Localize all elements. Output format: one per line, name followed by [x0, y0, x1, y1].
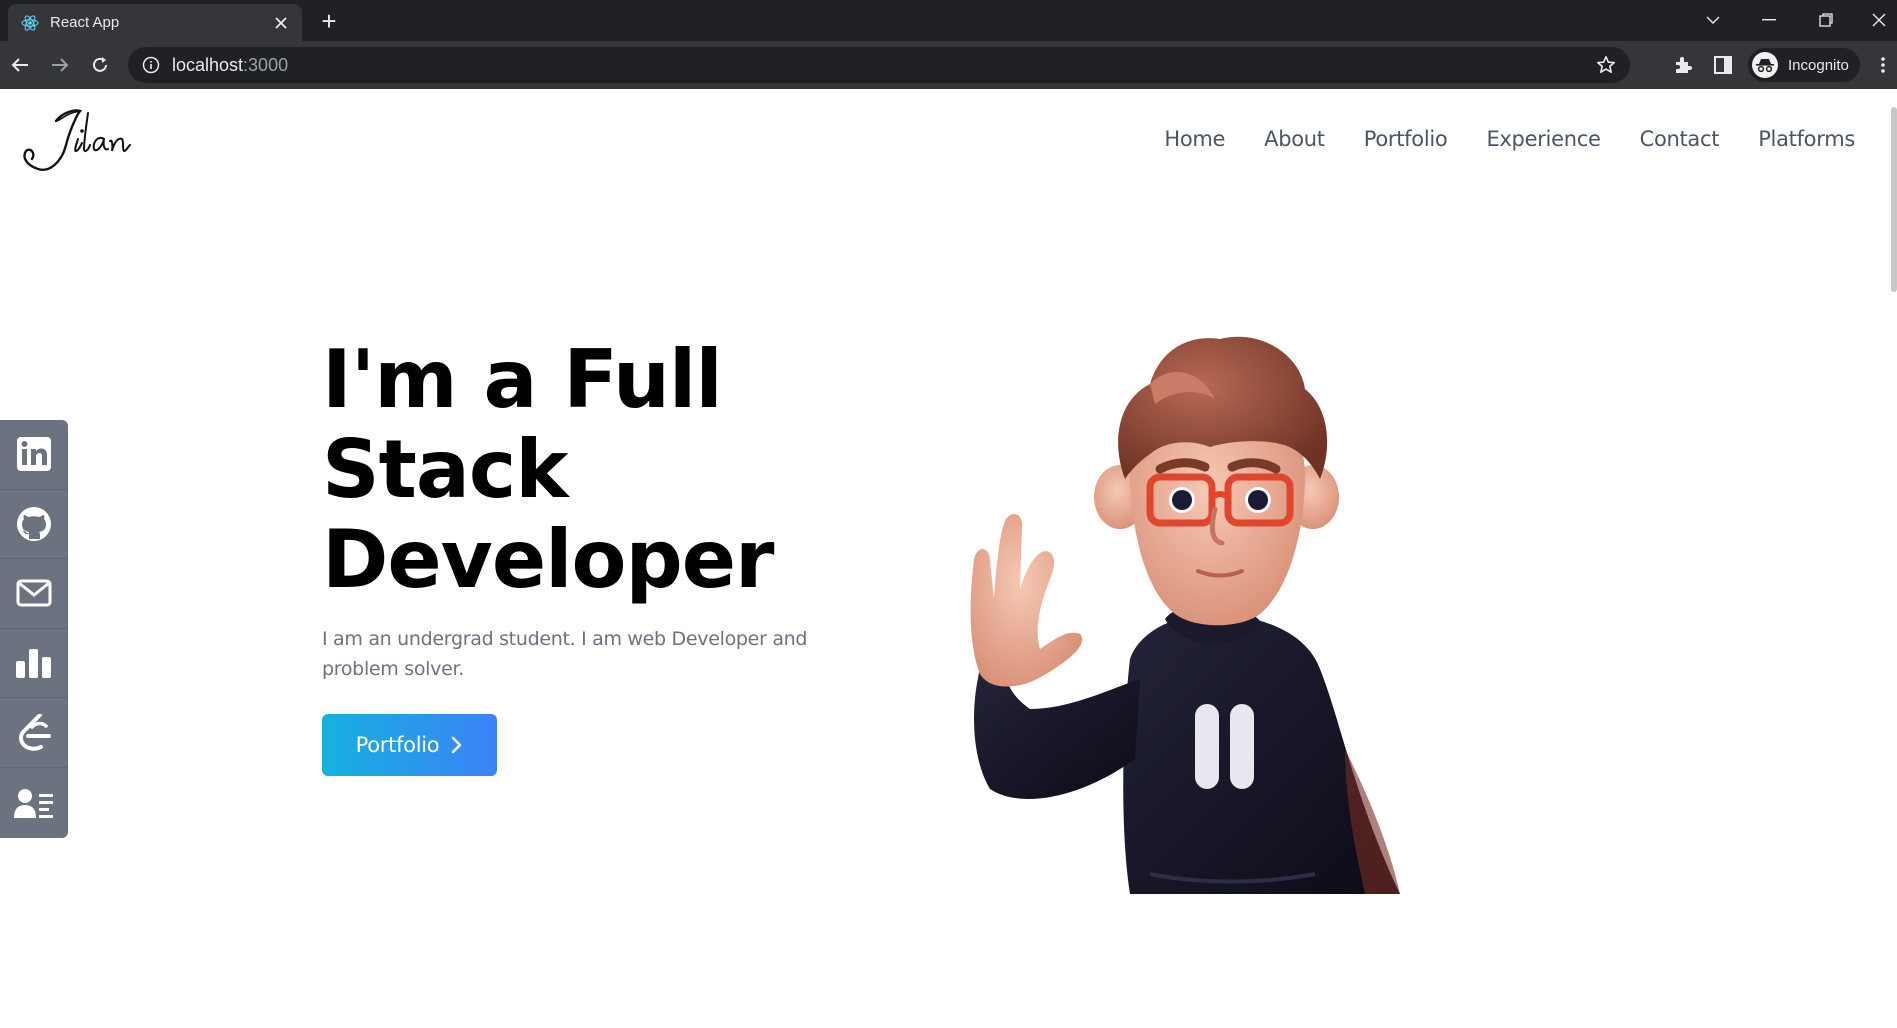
browser-tab[interactable]: React App — [8, 4, 302, 41]
hero-title: I'm a Full Stack Developer — [322, 335, 882, 605]
url-host: localhost — [172, 54, 244, 75]
linkedin-icon — [17, 437, 51, 472]
github-link[interactable] — [0, 489, 68, 560]
nav-platforms[interactable]: Platforms — [1758, 127, 1855, 151]
site-logo[interactable] — [18, 99, 158, 179]
scrollbar[interactable] — [1891, 107, 1897, 292]
nav-portfolio[interactable]: Portfolio — [1364, 127, 1448, 151]
chevron-right-icon — [452, 736, 462, 754]
nav-home[interactable]: Home — [1164, 127, 1225, 151]
browser-toolbar: localhost:3000 Incognito — [0, 41, 1897, 89]
resume-link[interactable] — [0, 767, 68, 838]
nav-experience[interactable]: Experience — [1486, 127, 1600, 151]
url-port: :3000 — [243, 54, 289, 75]
incognito-icon — [1752, 52, 1778, 78]
mail-icon — [16, 579, 52, 607]
browser-menu-icon[interactable] — [1875, 53, 1891, 77]
hero-subtitle: I am an undergrad student. I am web Deve… — [322, 628, 808, 680]
extensions-icon[interactable] — [1671, 53, 1695, 77]
profile-label: Incognito — [1788, 56, 1849, 74]
site-info-icon[interactable] — [142, 56, 160, 74]
restore-icon[interactable] — [1803, 6, 1849, 34]
side-panel-icon[interactable] — [1711, 53, 1735, 77]
web-page: Home About Portfolio Experience Contact … — [0, 89, 1897, 1028]
browser-tab-strip: React App + — [0, 0, 1897, 41]
stats-link[interactable] — [0, 628, 68, 699]
linkedin-link[interactable] — [0, 420, 68, 490]
waving-avatar-illustration — [970, 336, 1400, 894]
close-window-icon[interactable] — [1860, 6, 1897, 34]
resume-icon — [14, 788, 53, 818]
reload-icon[interactable] — [86, 51, 114, 79]
portfolio-button[interactable]: Portfolio — [322, 714, 497, 776]
address-bar[interactable]: localhost:3000 — [128, 47, 1630, 83]
tab-title: React App — [50, 14, 120, 31]
react-icon — [21, 14, 39, 31]
tab-search-icon[interactable] — [1690, 6, 1736, 34]
codechef-icon — [19, 713, 51, 751]
hero-title-line: I'm a Full — [322, 333, 723, 426]
forward-icon[interactable] — [46, 51, 74, 79]
bookmark-star-icon[interactable] — [1596, 55, 1616, 75]
back-icon[interactable] — [6, 51, 34, 79]
nav-contact[interactable]: Contact — [1640, 127, 1720, 151]
nav-about[interactable]: About — [1264, 127, 1325, 151]
portfolio-button-label: Portfolio — [355, 733, 440, 757]
minimize-icon[interactable] — [1746, 6, 1792, 34]
close-tab-icon[interactable] — [272, 14, 290, 32]
hero-title-line: Stack — [322, 423, 568, 516]
codechef-link[interactable] — [0, 698, 68, 768]
github-icon — [17, 506, 51, 541]
main-nav: Home About Portfolio Experience Contact … — [1164, 127, 1855, 151]
email-link[interactable] — [0, 559, 68, 629]
profile-button[interactable]: Incognito — [1748, 48, 1860, 82]
hero-title-line: Developer — [322, 513, 774, 606]
new-tab-button[interactable]: + — [314, 8, 344, 34]
social-sidebar — [0, 420, 68, 838]
stats-icon — [16, 649, 51, 679]
